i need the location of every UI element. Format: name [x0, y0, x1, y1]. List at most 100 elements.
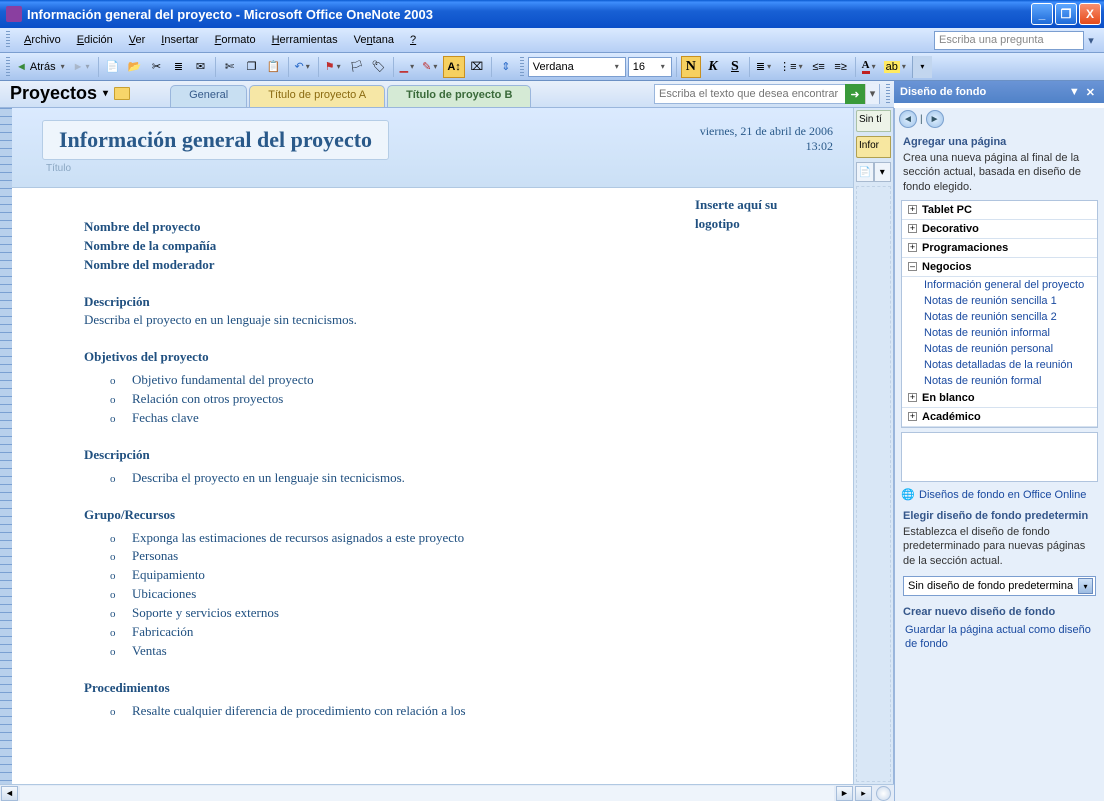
eraser-icon[interactable]: ⌧	[467, 56, 487, 78]
fontsize-select[interactable]: 16▾	[628, 57, 672, 77]
new-page-dropdown[interactable]: ▾	[874, 162, 892, 182]
save-template-link[interactable]: Guardar la página actual como diseño de …	[895, 621, 1104, 654]
indent-icon[interactable]: ≡≥	[831, 56, 851, 78]
template-category[interactable]: –Negocios	[902, 258, 1097, 277]
template-category[interactable]: +Tablet PC	[902, 201, 1097, 220]
outdent-icon[interactable]: ≤≡	[809, 56, 829, 78]
menu-help[interactable]: ?	[402, 31, 424, 49]
template-item[interactable]: Notas de reunión informal	[902, 325, 1097, 341]
ask-dropdown[interactable]: ▾	[1084, 34, 1098, 47]
highlight-button[interactable]: ab▾	[882, 56, 910, 78]
taskpane-dropdown[interactable]: ▼	[1066, 86, 1083, 98]
expand-icon[interactable]: –	[908, 262, 917, 271]
paste-icon[interactable]: 📋	[264, 56, 284, 78]
highlighter-icon[interactable]: ▁▾	[398, 56, 418, 78]
list-item[interactable]: Ventas	[110, 642, 833, 661]
template-item[interactable]: Notas de reunión sencilla 1	[902, 293, 1097, 309]
menu-archivo[interactable]: Archivo	[16, 31, 69, 49]
toolbar-grip[interactable]	[6, 57, 10, 77]
font-select[interactable]: Verdana▾	[528, 57, 626, 77]
scroll-left[interactable]: ◄	[1, 786, 18, 801]
cut-icon[interactable]: ✄	[220, 56, 240, 78]
page-title-box[interactable]: Información general del proyecto	[42, 120, 389, 160]
combo-dropdown[interactable]: ▾	[1078, 578, 1093, 594]
menu-herramientas[interactable]: Herramientas	[264, 31, 346, 49]
expand-icon[interactable]: +	[908, 393, 917, 402]
copy-icon[interactable]: ❐	[242, 56, 262, 78]
template-item[interactable]: Notas de reunión formal	[902, 373, 1097, 389]
email-icon[interactable]: ✉	[191, 56, 211, 78]
move-icon[interactable]: ≣	[169, 56, 189, 78]
list-item[interactable]: Soporte y servicios externos	[110, 604, 833, 623]
back-button[interactable]: ◄Atrás▾	[14, 56, 69, 78]
tab-proyecto-a[interactable]: Título de proyecto A	[249, 85, 385, 107]
tab-general[interactable]: General	[170, 85, 247, 107]
list-item[interactable]: Fechas clave	[110, 409, 833, 428]
menu-formato[interactable]: Formato	[207, 31, 264, 49]
list-item[interactable]: Relación con otros proyectos	[110, 390, 833, 409]
expand-icon[interactable]: +	[908, 412, 917, 421]
open-icon[interactable]: 📂	[125, 56, 145, 78]
menu-ventana[interactable]: Ventana	[346, 31, 402, 49]
find-input[interactable]	[655, 87, 845, 101]
find-box[interactable]: ➜ ▾	[654, 84, 880, 104]
new-page-strip[interactable]	[856, 186, 891, 782]
delete-icon[interactable]: ✂	[147, 56, 167, 78]
template-item[interactable]: Información general del proyecto	[902, 277, 1097, 293]
maximize-button[interactable]: ❐	[1055, 3, 1077, 25]
template-item[interactable]: Notas de reunión personal	[902, 341, 1097, 357]
horizontal-scrollbar[interactable]: ◄ ► ▸	[0, 784, 894, 801]
list-item[interactable]: Objetivo fundamental del proyecto	[110, 371, 833, 390]
undo-button[interactable]: ↶▾	[293, 56, 314, 78]
ask-question-box[interactable]: Escriba una pregunta	[934, 31, 1084, 50]
close-button[interactable]: X	[1079, 3, 1101, 25]
list-item[interactable]: Personas	[110, 547, 833, 566]
numbering-icon[interactable]: ⋮≡▾	[777, 56, 806, 78]
expand-icon[interactable]: +	[908, 224, 917, 233]
find-dropdown[interactable]: ▾	[865, 84, 879, 104]
expand-icon[interactable]: +	[908, 243, 917, 252]
taskpane-grip[interactable]	[886, 84, 890, 104]
list-item[interactable]: Exponga las estimaciones de recursos asi…	[110, 529, 833, 548]
bullets-icon[interactable]: ≣▾	[754, 56, 775, 78]
list-item[interactable]: Equipamiento	[110, 566, 833, 585]
fontcolor-button[interactable]: A▾	[860, 56, 880, 78]
page-body[interactable]: Inserte aquí su logotipo Nombre del proy…	[12, 188, 853, 741]
insert-space-icon[interactable]: ⇕	[496, 56, 516, 78]
tag-icon[interactable]: 🏷	[369, 56, 389, 78]
template-category[interactable]: +Programaciones	[902, 239, 1097, 258]
taskpane-forward[interactable]: ►	[926, 110, 944, 128]
page-tab-2[interactable]: Infor	[856, 136, 891, 158]
noteflag-icon[interactable]: ⚑▾	[323, 56, 345, 78]
logo-placeholder[interactable]: Inserte aquí su logotipo	[695, 196, 825, 234]
section-picker[interactable]: Proyectos▾	[0, 83, 140, 107]
scroll-right[interactable]: ►	[836, 786, 853, 801]
template-category[interactable]: +Académico	[902, 408, 1097, 427]
template-item[interactable]: Notas de reunión sencilla 2	[902, 309, 1097, 325]
page-canvas[interactable]: Información general del proyecto Título …	[12, 108, 853, 784]
template-category[interactable]: +Decorativo	[902, 220, 1097, 239]
list-item[interactable]: Describa el proyecto en un lenguaje sin …	[110, 469, 833, 488]
office-online-link[interactable]: 🌐 Diseños de fondo en Office Online	[895, 486, 1104, 504]
scroll-zoom[interactable]	[876, 786, 891, 801]
bold-button[interactable]: N	[681, 56, 701, 78]
expand-icon[interactable]: +	[908, 205, 917, 214]
menu-ver[interactable]: Ver	[121, 31, 154, 49]
list-item[interactable]: Ubicaciones	[110, 585, 833, 604]
tab-proyecto-b[interactable]: Título de proyecto B	[387, 85, 531, 107]
template-item[interactable]: Notas detalladas de la reunión	[902, 357, 1097, 373]
menubar-grip[interactable]	[6, 31, 10, 49]
list-item[interactable]: Fabricación	[110, 623, 833, 642]
page-tab-1[interactable]: Sin tí	[856, 110, 891, 132]
minimize-button[interactable]: _	[1031, 3, 1053, 25]
list-item[interactable]: Resalte cualquier diferencia de procedim…	[110, 702, 833, 721]
new-page-button[interactable]: 📄	[856, 162, 874, 182]
select-icon[interactable]: A↕	[443, 56, 464, 78]
default-template-combo[interactable]: Sin diseño de fondo predetermina ▾	[903, 576, 1096, 596]
menu-edicion[interactable]: Edición	[69, 31, 121, 49]
toolbar-overflow[interactable]: ▾	[912, 56, 932, 78]
find-go-button[interactable]: ➜	[845, 84, 865, 104]
taskpane-close[interactable]: ✕	[1083, 86, 1098, 99]
scroll-track[interactable]	[20, 786, 834, 801]
new-page-icon[interactable]: 📄	[103, 56, 123, 78]
